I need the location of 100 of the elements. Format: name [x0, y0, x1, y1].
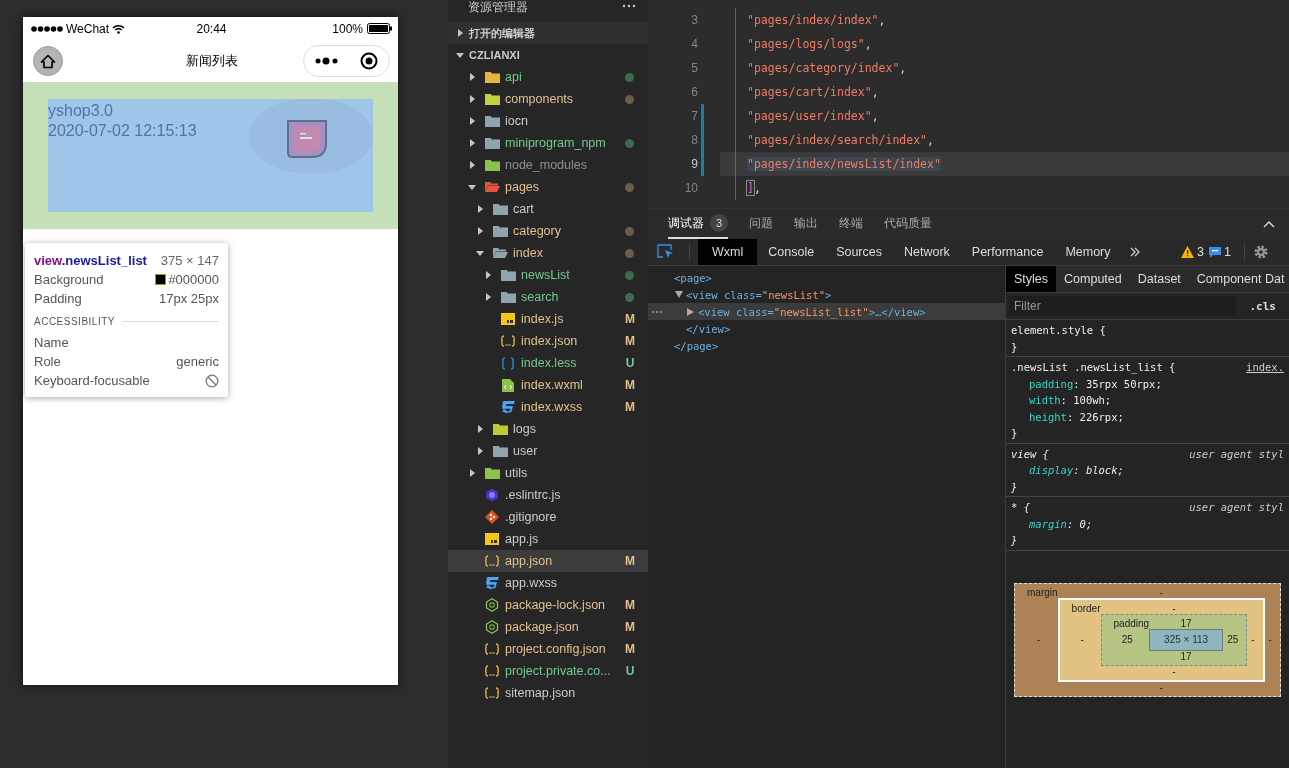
css-declaration: padding: 35rpx 50rpx;	[1029, 377, 1162, 390]
file-tree-item[interactable]: iocn	[448, 110, 648, 132]
section-header[interactable]: CZLIANXI	[448, 44, 648, 66]
chevron-right-icon[interactable]	[468, 117, 476, 125]
class-toggle[interactable]: .cls	[1249, 299, 1276, 313]
file-tree-item[interactable]: .eslintrc.js	[448, 484, 648, 506]
js-file-icon	[501, 313, 515, 325]
chevron-right-icon[interactable]	[468, 95, 476, 103]
devtools-tab[interactable]: Console	[757, 239, 826, 265]
more-icon[interactable]	[314, 57, 339, 65]
chevron-right-icon[interactable]	[484, 293, 492, 301]
file-tree-item[interactable]: sitemap.json	[448, 682, 648, 704]
styles-tab[interactable]: Computed	[1056, 266, 1130, 292]
file-tree-item[interactable]: logs	[448, 418, 648, 440]
source-link[interactable]: index.	[1246, 361, 1284, 374]
chevron-down-icon[interactable]	[456, 51, 464, 59]
file-tree-item[interactable]: category	[448, 220, 648, 242]
css-declaration: margin: 0;	[1029, 517, 1093, 530]
devtools-tab[interactable]: Wxml	[698, 239, 758, 265]
file-tree-item[interactable]: cart	[448, 198, 648, 220]
git-status-letter: M	[624, 642, 636, 656]
chevron-right-icon[interactable]	[456, 29, 464, 37]
settings-icon[interactable]	[1253, 244, 1269, 260]
git-status-dot	[625, 182, 634, 192]
file-tree-item[interactable]: pages	[448, 176, 648, 198]
box-label: border	[1070, 602, 1101, 614]
chevron-right-icon[interactable]	[468, 469, 476, 477]
braces-icon	[500, 335, 516, 347]
code-line: "pages/index/search/index",	[747, 133, 934, 147]
file-tree-item[interactable]: package-lock.json M	[448, 594, 648, 616]
file-tree-item[interactable]: user	[448, 440, 648, 462]
git-status-letter: M	[624, 312, 636, 326]
file-tree-item[interactable]: index	[448, 242, 648, 264]
file-tree-item[interactable]: node_modules	[448, 154, 648, 176]
file-tree-item[interactable]: index.json M	[448, 330, 648, 352]
target-icon[interactable]	[360, 52, 379, 70]
devtools-tab[interactable]: Memory	[1054, 239, 1122, 265]
chevron-up-icon[interactable]	[1263, 220, 1275, 228]
styles-tab[interactable]: Styles	[1006, 266, 1057, 292]
file-tree-item[interactable]: project.config.json M	[448, 638, 648, 660]
code-line: "pages/index/index",	[747, 13, 886, 27]
file-tree-item[interactable]: app.wxss	[448, 572, 648, 594]
braces-icon	[484, 555, 500, 567]
panel-tab[interactable]: 代码质量	[884, 209, 932, 239]
file-tree-item[interactable]: newsList	[448, 264, 648, 286]
file-tree-item[interactable]: miniprogram_npm	[448, 132, 648, 154]
panel-tab[interactable]: 问题	[749, 209, 773, 239]
styles-tab[interactable]: Dataset	[1129, 266, 1189, 292]
chevron-down-icon[interactable]	[476, 249, 484, 257]
diamond-icon	[485, 510, 499, 524]
chevron-right-icon[interactable]	[468, 73, 476, 81]
more-tabs-icon[interactable]	[1129, 247, 1140, 257]
chevron-right-icon[interactable]	[476, 447, 484, 455]
content-box: 325 × 113	[1149, 628, 1224, 651]
devtools-tab[interactable]: Sources	[825, 239, 893, 265]
chevron-right-icon[interactable]	[476, 425, 484, 433]
chevron-right-icon[interactable]	[468, 139, 476, 147]
chevron-right-icon[interactable]	[484, 271, 492, 279]
document-icon	[502, 378, 514, 392]
file-tree-item[interactable]: .gitignore	[448, 506, 648, 528]
git-status-letter: U	[624, 356, 636, 370]
property-value: #000000	[168, 272, 219, 287]
section-header[interactable]: 打开的编辑器	[448, 22, 648, 44]
inspect-icon[interactable]	[657, 244, 675, 260]
file-tree-item[interactable]: components	[448, 88, 648, 110]
chevron-down-icon[interactable]	[468, 183, 476, 191]
filter-field[interactable]: Filter	[1009, 296, 1236, 316]
braces-icon	[484, 643, 500, 655]
hexagon-icon	[485, 598, 499, 612]
file-tree-item[interactable]: search	[448, 286, 648, 308]
collapsed-triangle-icon[interactable]	[687, 307, 694, 316]
file-tree-item[interactable]: package.json M	[448, 616, 648, 638]
home-button[interactable]	[33, 46, 63, 76]
wifi-icon	[112, 23, 126, 34]
file-tree-item[interactable]: index.js M	[448, 308, 648, 330]
source-label: user agent styl	[1189, 501, 1284, 514]
box-value: 25	[1120, 634, 1134, 645]
dots-icon[interactable]	[651, 309, 663, 314]
code-line: "pages/logs/logs",	[747, 37, 872, 51]
file-tree-item[interactable]: project.private.co... U	[448, 660, 648, 682]
chevron-right-icon[interactable]	[476, 227, 484, 235]
file-tree-item[interactable]: app.js	[448, 528, 648, 550]
git-status-letter: M	[624, 620, 636, 634]
file-tree-item[interactable]: index.less U	[448, 352, 648, 374]
file-tree-item[interactable]: index.wxml M	[448, 374, 648, 396]
box-label: margin	[1026, 586, 1058, 598]
file-tree-item[interactable]: api	[448, 66, 648, 88]
expanded-triangle-icon[interactable]	[674, 291, 683, 298]
file-tree-item[interactable]: index.wxss M	[448, 396, 648, 418]
styles-tab[interactable]: Component Dat	[1188, 266, 1289, 292]
panel-tab[interactable]: 终端	[839, 209, 863, 239]
file-tree-item[interactable]: utils	[448, 462, 648, 484]
chevron-right-icon[interactable]	[476, 205, 484, 213]
file-tree-item[interactable]: app.json M	[448, 550, 648, 572]
css-selector: element.style {	[1011, 324, 1106, 337]
chevron-right-icon[interactable]	[468, 161, 476, 169]
css-brace: }	[1011, 480, 1018, 493]
devtools-tab[interactable]: Network	[893, 239, 961, 265]
panel-tab[interactable]: 输出	[794, 209, 818, 239]
devtools-tab[interactable]: Performance	[960, 239, 1055, 265]
